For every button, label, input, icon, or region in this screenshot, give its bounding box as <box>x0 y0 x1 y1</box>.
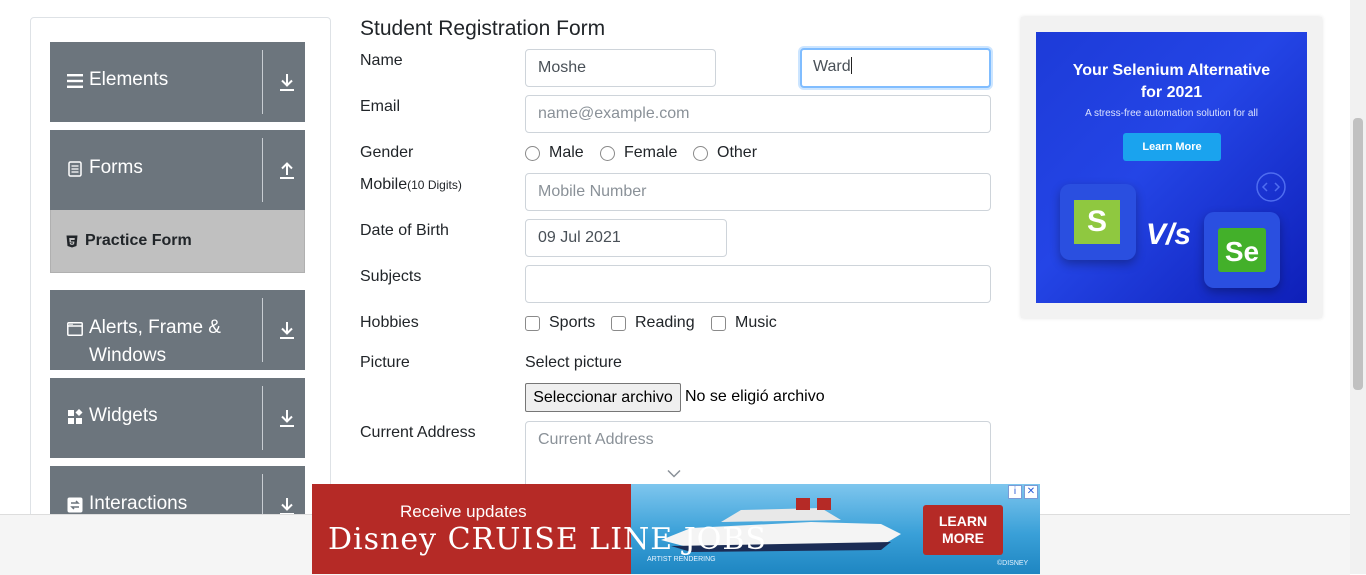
ad-subline: A stress-free automation solution for al… <box>1085 108 1258 119</box>
last-name-input[interactable]: Ward <box>800 48 991 88</box>
mobile-input[interactable]: Mobile Number <box>525 173 991 211</box>
ad-close-icon[interactable]: ✕ <box>1024 485 1038 499</box>
mobile-label: Mobile(10 Digits) <box>360 176 462 194</box>
hobby-checkbox-reading[interactable] <box>611 316 626 331</box>
form-icon <box>68 161 82 177</box>
ad-caption: ARTIST RENDERING <box>647 556 716 563</box>
download-arrow-icon[interactable] <box>278 320 296 340</box>
last-name-value: Ward <box>813 58 851 75</box>
divider <box>262 50 263 114</box>
sidebar-item-practice-form[interactable]: Practice Form <box>50 210 305 273</box>
katalon-logo: S <box>1060 184 1136 260</box>
learn-line2: MORE <box>942 530 984 546</box>
gender-radio-male[interactable] <box>525 146 540 161</box>
scrollbar-thumb[interactable] <box>1353 118 1363 390</box>
gender-option-other[interactable]: Other <box>717 144 757 162</box>
subjects-input[interactable] <box>525 265 991 303</box>
vs-text: V/s <box>1146 218 1192 251</box>
upload-arrow-icon[interactable] <box>278 160 296 180</box>
selenium-alternative-ad[interactable]: Your Selenium Alternative for 2021 A str… <box>1036 32 1307 303</box>
first-name-input[interactable]: Moshe <box>525 49 716 87</box>
address-label: Current Address <box>360 424 476 441</box>
ad-headline: Your Selenium Alternative <box>1072 62 1271 79</box>
mobile-hint: (10 Digits) <box>407 178 462 192</box>
html5-icon <box>66 235 78 248</box>
sidebar-group-label-line2: Windows <box>89 345 167 366</box>
download-arrow-icon[interactable] <box>278 408 296 428</box>
chevron-down-icon <box>667 469 681 478</box>
interactions-icon <box>67 497 83 513</box>
hobby-option-reading[interactable]: Reading <box>635 314 695 332</box>
file-status: No se eligió archivo <box>685 388 825 405</box>
ad-learn-more-button[interactable]: LEARN MORE <box>923 505 1003 555</box>
gender-option-male[interactable]: Male <box>549 144 584 162</box>
sidebar-group-label: Widgets <box>89 405 158 426</box>
dob-input[interactable]: 09 Jul 2021 <box>525 219 727 257</box>
gender-option-female[interactable]: Female <box>624 144 677 162</box>
disney-cruise-ad[interactable]: Receive updates Disney CRUISE LINE JOBS … <box>312 484 1040 574</box>
select-picture-label: Select picture <box>525 354 622 371</box>
widgets-icon <box>68 409 83 424</box>
sidebar-group-elements[interactable]: Elements <box>50 42 305 122</box>
ad-brand: ©DISNEY <box>997 560 1029 567</box>
ad-cruise-line-jobs: Disney CRUISE LINE JOBS <box>328 522 767 557</box>
download-arrow-icon[interactable] <box>278 72 296 92</box>
divider <box>262 386 263 450</box>
name-label: Name <box>360 52 403 69</box>
choose-file-button[interactable]: Seleccionar archivo <box>525 383 681 412</box>
code-icon <box>1256 172 1286 202</box>
sidebar-group-alerts[interactable]: Alerts, Frame & Windows <box>50 290 305 370</box>
gender-label: Gender <box>360 144 414 161</box>
hobby-option-sports[interactable]: Sports <box>549 314 595 332</box>
form-title: Student Registration Form <box>360 17 606 40</box>
download-arrow-icon[interactable] <box>278 496 296 516</box>
ad-learn-more-button[interactable]: Learn More <box>1123 133 1221 161</box>
text-cursor <box>850 57 852 74</box>
gender-radio-female[interactable] <box>600 146 615 161</box>
hobby-option-music[interactable]: Music <box>735 314 777 332</box>
sidebar-group-label: Alerts, Frame & <box>89 317 221 338</box>
ad-headline-2: for 2021 <box>1140 84 1203 101</box>
hamburger-icon <box>67 74 83 88</box>
hobbies-label: Hobbies <box>360 314 419 331</box>
ad-receive-updates: Receive updates <box>400 502 527 521</box>
selenium-logo-mark: Se <box>1218 228 1266 272</box>
sidebar-item-label: Practice Form <box>85 232 192 249</box>
divider <box>262 138 263 202</box>
picture-label: Picture <box>360 354 410 371</box>
dob-label: Date of Birth <box>360 222 449 239</box>
window-icon <box>67 322 83 336</box>
sidebar-group-forms[interactable]: Forms <box>50 130 305 210</box>
gender-radio-other[interactable] <box>693 146 708 161</box>
selenium-logo: Se <box>1204 212 1280 288</box>
mobile-label-text: Mobile <box>360 176 408 193</box>
hobby-checkbox-sports[interactable] <box>525 316 540 331</box>
katalon-logo-mark: S <box>1074 200 1120 244</box>
sidebar-group-label: Forms <box>89 157 143 178</box>
hobby-checkbox-music[interactable] <box>711 316 726 331</box>
learn-line1: LEARN <box>938 513 988 529</box>
divider <box>262 298 263 362</box>
ad-info-icon[interactable]: i <box>1008 485 1022 499</box>
email-label: Email <box>360 98 401 115</box>
sidebar-group-label: Elements <box>89 69 169 90</box>
sidebar-group-widgets[interactable]: Widgets <box>50 378 305 458</box>
subjects-label: Subjects <box>360 268 422 285</box>
email-input[interactable]: name@example.com <box>525 95 991 133</box>
